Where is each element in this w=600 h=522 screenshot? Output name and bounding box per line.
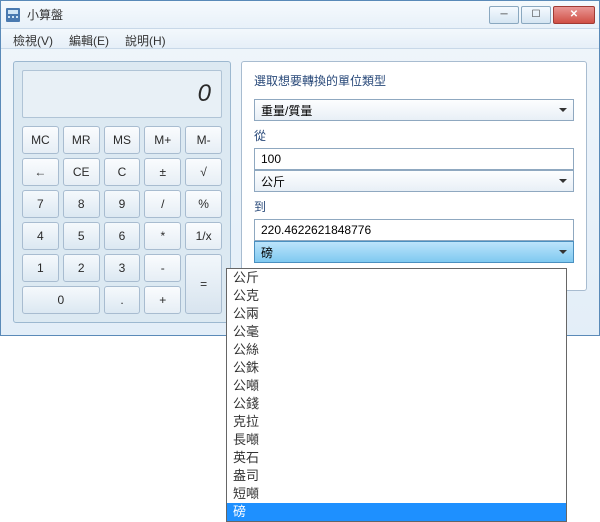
unit-type-select[interactable]: 重量/質量 — [254, 99, 574, 121]
btn-8[interactable]: 8 — [63, 190, 100, 218]
btn-multiply[interactable]: * — [144, 222, 181, 250]
btn-mplus[interactable]: M+ — [144, 126, 181, 154]
btn-4[interactable]: 4 — [22, 222, 59, 250]
calc-buttons: MC MR MS M+ M- ← CE C ± √ 7 8 9 / % 4 5 — [22, 126, 222, 314]
btn-ms[interactable]: MS — [104, 126, 141, 154]
btn-decimal[interactable]: . — [104, 286, 141, 314]
converter-title: 選取想要轉換的單位類型 — [254, 72, 574, 89]
btn-7[interactable]: 7 — [22, 190, 59, 218]
dropdown-option[interactable]: 短噸 — [227, 485, 566, 503]
window-controls: ─ ☐ ✕ — [489, 6, 595, 24]
dropdown-option[interactable]: 公毫 — [227, 323, 566, 341]
calc-display: 0 — [22, 70, 222, 118]
window-title: 小算盤 — [27, 6, 489, 23]
from-unit-select[interactable]: 公斤 — [254, 170, 574, 192]
btn-6[interactable]: 6 — [104, 222, 141, 250]
to-label: 到 — [254, 198, 574, 215]
btn-equals[interactable]: = — [185, 254, 222, 314]
titlebar[interactable]: 小算盤 ─ ☐ ✕ — [1, 1, 599, 29]
menu-edit[interactable]: 編輯(E) — [61, 29, 117, 48]
btn-reciprocal[interactable]: 1/x — [185, 222, 222, 250]
maximize-button[interactable]: ☐ — [521, 6, 551, 24]
dropdown-option[interactable]: 公克 — [227, 287, 566, 305]
btn-0[interactable]: 0 — [22, 286, 100, 314]
app-window: 小算盤 ─ ☐ ✕ 檢視(V) 編輯(E) 說明(H) 0 MC MR MS M… — [0, 0, 600, 336]
calculator-panel: 0 MC MR MS M+ M- ← CE C ± √ 7 8 9 / % — [13, 61, 231, 323]
dropdown-option[interactable]: 磅 — [227, 503, 566, 521]
btn-backspace[interactable]: ← — [22, 158, 59, 186]
btn-subtract[interactable]: - — [144, 254, 181, 282]
to-value-output[interactable] — [254, 219, 574, 241]
dropdown-option[interactable]: 公斤 — [227, 269, 566, 287]
btn-add[interactable]: + — [144, 286, 181, 314]
from-value-input[interactable] — [254, 148, 574, 170]
btn-1[interactable]: 1 — [22, 254, 59, 282]
btn-3[interactable]: 3 — [104, 254, 141, 282]
btn-mminus[interactable]: M- — [185, 126, 222, 154]
dropdown-option[interactable]: 公兩 — [227, 305, 566, 323]
dropdown-option[interactable]: 盎司 — [227, 467, 566, 485]
btn-c[interactable]: C — [104, 158, 141, 186]
to-unit-select[interactable]: 磅 — [254, 241, 574, 263]
btn-divide[interactable]: / — [144, 190, 181, 218]
btn-mr[interactable]: MR — [63, 126, 100, 154]
from-label: 從 — [254, 127, 574, 144]
menu-view[interactable]: 檢視(V) — [5, 29, 61, 48]
btn-sqrt[interactable]: √ — [185, 158, 222, 186]
dropdown-option[interactable]: 公銖 — [227, 359, 566, 377]
menubar: 檢視(V) 編輯(E) 說明(H) — [1, 29, 599, 49]
btn-2[interactable]: 2 — [63, 254, 100, 282]
btn-9[interactable]: 9 — [104, 190, 141, 218]
dropdown-option[interactable]: 公錢 — [227, 395, 566, 413]
menu-help[interactable]: 說明(H) — [117, 29, 174, 48]
dropdown-option[interactable]: 克拉 — [227, 413, 566, 431]
btn-mc[interactable]: MC — [22, 126, 59, 154]
btn-plusminus[interactable]: ± — [144, 158, 181, 186]
close-button[interactable]: ✕ — [553, 6, 595, 24]
btn-5[interactable]: 5 — [63, 222, 100, 250]
app-icon — [5, 7, 21, 23]
btn-percent[interactable]: % — [185, 190, 222, 218]
dropdown-option[interactable]: 長噸 — [227, 431, 566, 449]
converter-panel: 選取想要轉換的單位類型 重量/質量 從 公斤 到 磅 — [241, 61, 587, 291]
minimize-button[interactable]: ─ — [489, 6, 519, 24]
dropdown-option[interactable]: 英石 — [227, 449, 566, 467]
btn-ce[interactable]: CE — [63, 158, 100, 186]
unit-dropdown[interactable]: 公斤公克公兩公毫公絲公銖公噸公錢克拉長噸英石盎司短噸磅 — [226, 268, 567, 522]
dropdown-option[interactable]: 公絲 — [227, 341, 566, 359]
dropdown-option[interactable]: 公噸 — [227, 377, 566, 395]
